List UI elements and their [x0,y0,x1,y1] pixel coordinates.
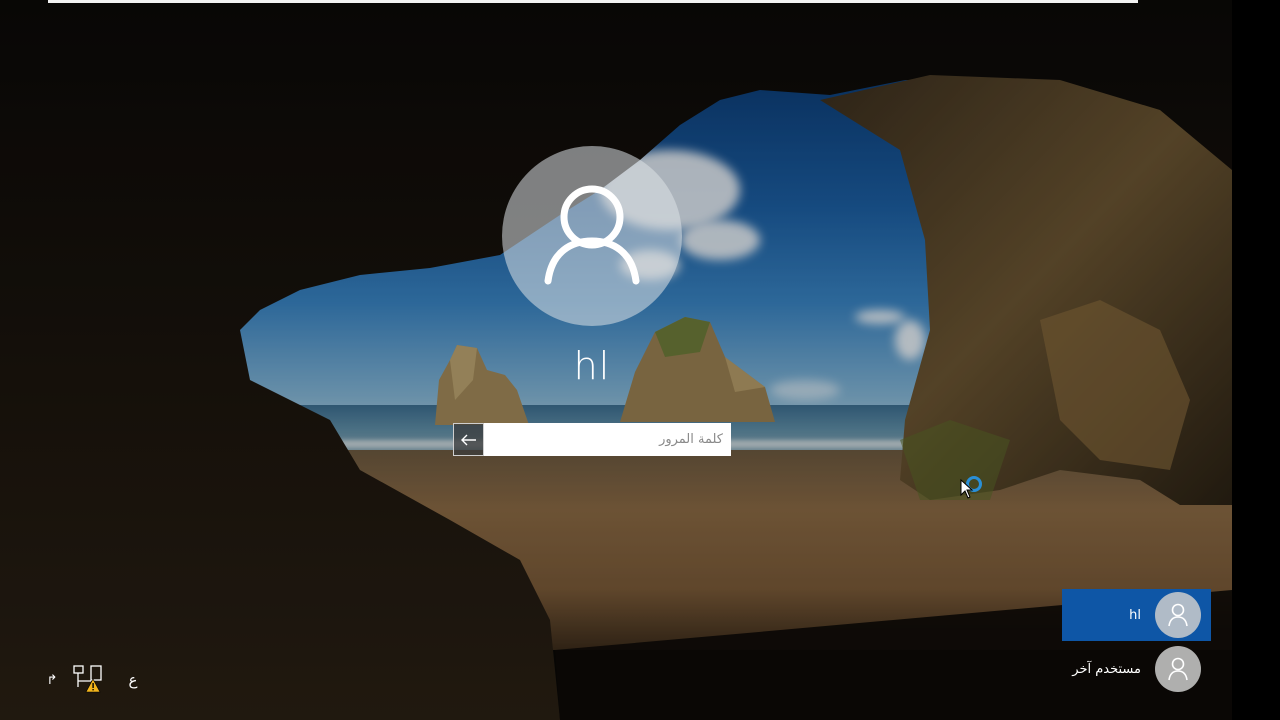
language-label: ع [128,671,138,689]
user-tile-label: مستخدم آخر [1072,661,1141,677]
mouse-cursor-icon [960,479,974,499]
arrow-left-icon [460,434,476,445]
submit-button[interactable] [453,423,484,456]
user-tile-other-user[interactable]: مستخدم آخر [1062,643,1211,695]
username-label: hl [573,344,611,388]
input-language-button[interactable]: ع [122,668,144,692]
ease-of-access-icon: ↱ [46,672,58,688]
user-tile-hl[interactable]: hl [1062,589,1211,641]
network-warning-icon [73,665,102,693]
password-row [453,423,731,456]
network-button[interactable] [70,662,106,696]
top-edge-strip [48,0,1138,3]
user-tile-avatar [1155,646,1201,692]
user-avatar-large [502,146,682,326]
password-input[interactable] [484,423,731,456]
user-icon [544,185,640,285]
user-icon [1168,657,1188,681]
user-tile-label: hl [1129,607,1141,623]
user-icon [1168,603,1188,627]
user-tile-avatar [1155,592,1201,638]
ease-of-access-button[interactable]: ↱ [40,668,64,692]
